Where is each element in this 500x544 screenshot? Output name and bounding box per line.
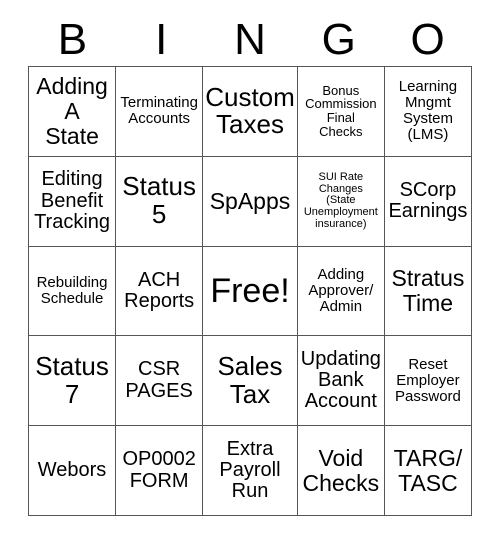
bingo-cell-label: Void Checks bbox=[302, 444, 380, 496]
bingo-cell-r5c4[interactable]: Void Checks bbox=[297, 426, 385, 516]
bingo-cell-label: CSR PAGES bbox=[125, 358, 193, 402]
bingo-cell-label: SpApps bbox=[209, 187, 291, 214]
bingo-cell-label: Updating Bank Account bbox=[300, 347, 381, 413]
bingo-cell-r2c5[interactable]: SCorp Earnings bbox=[384, 156, 472, 247]
bingo-cell-r3c4[interactable]: Adding Approver/ Admin bbox=[297, 246, 385, 337]
bingo-cell-r4c3[interactable]: Sales Tax bbox=[203, 336, 298, 427]
bingo-cell-r3c1[interactable]: Rebuilding Schedule bbox=[29, 246, 117, 337]
bingo-cell-r1c4[interactable]: Bonus Commission Final Checks bbox=[297, 67, 385, 157]
bingo-cell-free-space[interactable]: Free! bbox=[203, 246, 298, 337]
bingo-cell-r1c3[interactable]: Custom Taxes bbox=[203, 67, 298, 157]
bingo-cell-label: OP0002 FORM bbox=[122, 448, 196, 492]
bingo-cell-label: Custom Taxes bbox=[205, 81, 295, 140]
bingo-cell-label: Learning Mngmt System (LMS) bbox=[398, 78, 458, 144]
bingo-cell-r1c1[interactable]: Adding A State bbox=[29, 67, 117, 157]
bingo-cell-label: Webors bbox=[37, 458, 107, 481]
bingo-cell-r5c3[interactable]: Extra Payroll Run bbox=[203, 426, 298, 516]
bingo-cell-r2c3[interactable]: SpApps bbox=[203, 156, 298, 247]
bingo-header-letter-n: N bbox=[234, 15, 266, 64]
free-space-label: Free! bbox=[210, 271, 290, 310]
bingo-cell-label: Rebuilding Schedule bbox=[36, 273, 108, 307]
bingo-cell-label: SUI Rate Changes (State Unemployment ins… bbox=[303, 170, 378, 230]
bingo-cell-r1c2[interactable]: Terminating Accounts bbox=[116, 67, 204, 157]
bingo-cell-label: Sales Tax bbox=[217, 350, 283, 409]
bingo-cell-r5c1[interactable]: Webors bbox=[29, 426, 117, 516]
bingo-header-letter-o: O bbox=[410, 15, 445, 64]
bingo-card: B I N G O Adding A State Terminating Acc… bbox=[0, 0, 500, 544]
bingo-cell-label: Adding Approver/ Admin bbox=[308, 265, 374, 316]
bingo-cell-r4c2[interactable]: CSR PAGES bbox=[116, 336, 204, 427]
bingo-cell-r4c4[interactable]: Updating Bank Account bbox=[297, 336, 385, 427]
bingo-cell-label: SCorp Earnings bbox=[388, 178, 468, 223]
bingo-cell-label: Status 5 bbox=[122, 171, 196, 230]
bingo-cell-r2c1[interactable]: Editing Benefit Tracking bbox=[29, 156, 117, 247]
bingo-cell-r5c2[interactable]: OP0002 FORM bbox=[116, 426, 204, 516]
bingo-cell-label: Stratus Time bbox=[391, 265, 465, 316]
bingo-cell-label: Terminating Accounts bbox=[120, 94, 198, 128]
bingo-cell-label: ACH Reports bbox=[124, 268, 195, 312]
bingo-cell-r3c2[interactable]: ACH Reports bbox=[116, 246, 204, 337]
bingo-cell-label: Adding A State bbox=[36, 73, 108, 149]
bingo-cell-label: Bonus Commission Final Checks bbox=[305, 82, 377, 140]
bingo-header-letter-g: G bbox=[321, 15, 356, 64]
bingo-cell-r1c5[interactable]: Learning Mngmt System (LMS) bbox=[384, 67, 472, 157]
bingo-cell-label: Reset Employer Password bbox=[395, 355, 461, 405]
bingo-cell-r2c2[interactable]: Status 5 bbox=[116, 156, 204, 247]
bingo-cell-label: Editing Benefit Tracking bbox=[34, 168, 111, 233]
bingo-cell-label: Extra Payroll Run bbox=[219, 437, 281, 503]
bingo-header-letter-i: I bbox=[155, 15, 168, 64]
bingo-cell-label: Status 7 bbox=[35, 350, 109, 409]
bingo-cell-label: TARG/ TASC bbox=[393, 444, 463, 496]
bingo-cell-r4c1[interactable]: Status 7 bbox=[29, 336, 117, 427]
bingo-grid: Adding A State Terminating Accounts Cust… bbox=[28, 66, 472, 516]
bingo-cell-r5c5[interactable]: TARG/ TASC bbox=[384, 426, 472, 516]
bingo-cell-r3c5[interactable]: Stratus Time bbox=[384, 246, 472, 337]
bingo-cell-r2c4[interactable]: SUI Rate Changes (State Unemployment ins… bbox=[297, 156, 385, 247]
bingo-header: B I N G O bbox=[28, 14, 472, 66]
bingo-header-letter-b: B bbox=[57, 15, 88, 64]
bingo-cell-r4c5[interactable]: Reset Employer Password bbox=[384, 336, 472, 427]
